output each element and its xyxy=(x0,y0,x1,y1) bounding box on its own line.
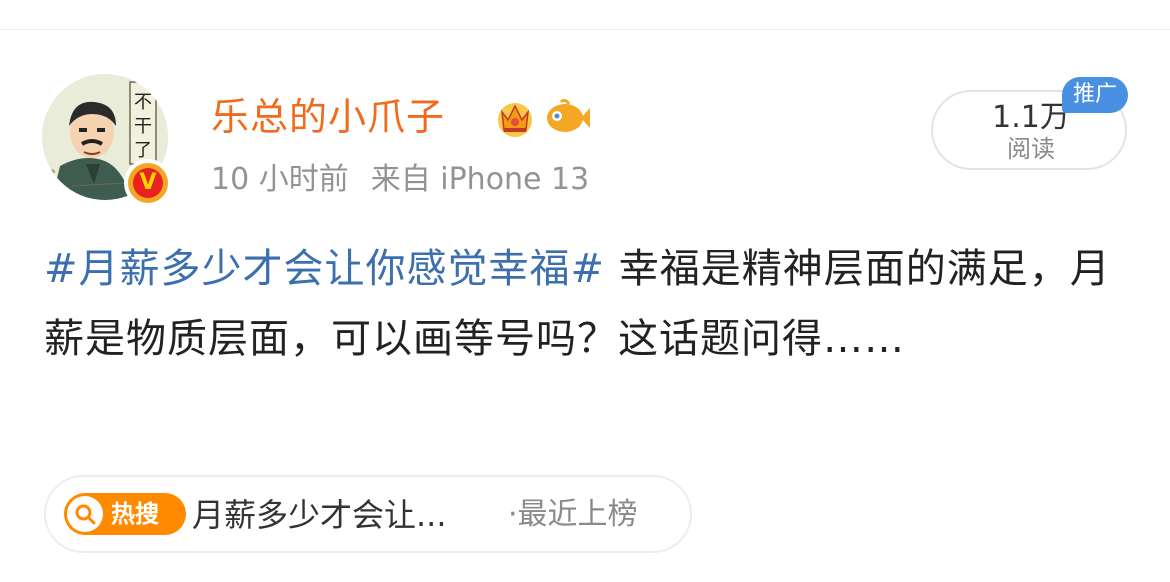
svg-text:干: 干 xyxy=(134,116,152,137)
post-source: 来自 iPhone 13 xyxy=(370,162,590,197)
author-name[interactable]: 乐总的小爪子 xyxy=(211,90,445,144)
promo-tag: 推广 xyxy=(1062,77,1128,113)
trending-status: ·最近上榜 xyxy=(508,497,638,532)
search-icon xyxy=(67,496,103,532)
post-text: #月薪多少才会让你感觉幸福# 幸福是精神层面的满足，月薪是物质层面，可以画等号吗… xyxy=(44,234,1134,374)
fish-icon xyxy=(547,98,590,132)
post-time: 10 小时前 xyxy=(211,162,349,197)
trending-badge: 热搜 xyxy=(64,493,186,535)
post-meta: 10 小时前 来自 iPhone 13 xyxy=(211,158,589,202)
trending-badge-label: 热搜 xyxy=(111,500,159,528)
read-label: 阅读 xyxy=(1007,135,1055,163)
top-divider xyxy=(0,29,1170,30)
verified-v-badge-icon: V xyxy=(124,159,172,207)
trending-title: 月薪多少才会让... xyxy=(192,496,447,534)
hashtag-link[interactable]: #月薪多少才会让你感觉幸福# xyxy=(44,246,605,292)
trending-topic-pill[interactable]: 热搜 月薪多少才会让... ·最近上榜 xyxy=(44,475,692,553)
crown-icon xyxy=(498,103,532,137)
svg-text:了: 了 xyxy=(134,140,152,161)
svg-text:不: 不 xyxy=(134,92,152,113)
weibo-post-card: 不 干 了 V 乐总的小爪子 10 小时前 来自 iPhone 13 1.1万 … xyxy=(0,0,1170,582)
